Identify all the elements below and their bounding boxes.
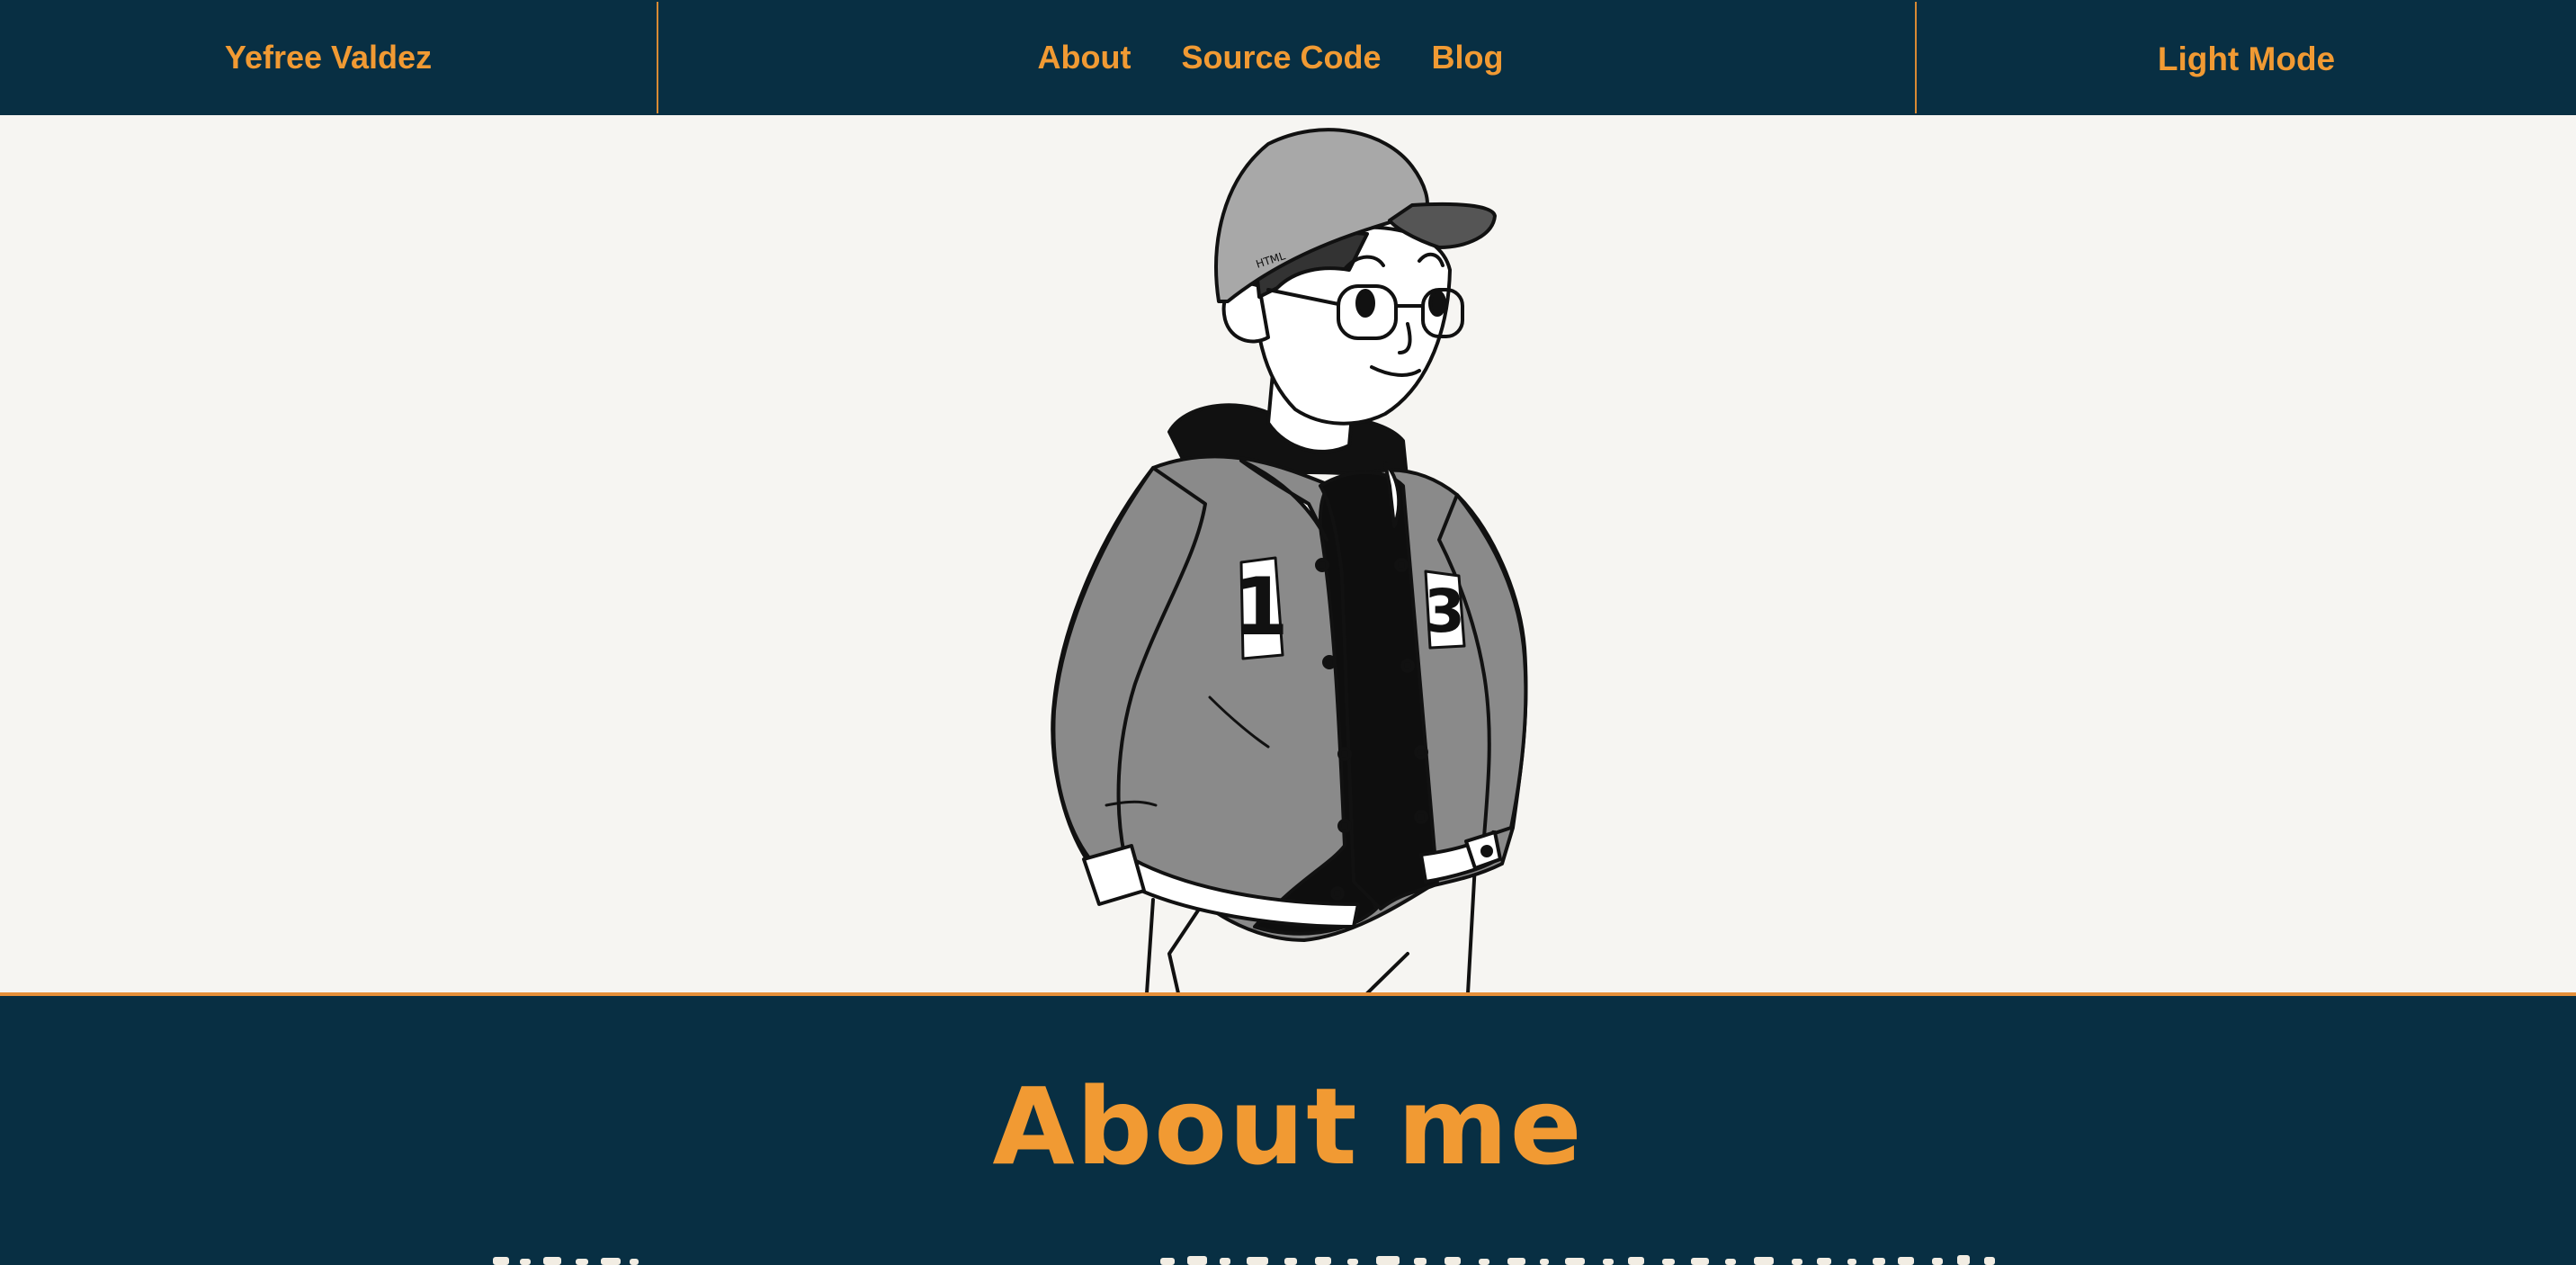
jacket-number-3: 3 (1424, 577, 1465, 646)
about-section: About me (0, 996, 2576, 1265)
hero-section: 1 3 HTML (0, 115, 2576, 993)
nav-about-link[interactable]: About (1038, 39, 1131, 76)
nav-source-code-link[interactable]: Source Code (1181, 39, 1381, 76)
theme-toggle-button[interactable]: Light Mode (1917, 0, 2576, 115)
about-title: About me (992, 1064, 1584, 1189)
avatar-illustration: 1 3 HTML (1051, 128, 1528, 993)
jacket-number-1: 1 (1233, 561, 1288, 653)
nav-blog-link[interactable]: Blog (1432, 39, 1504, 76)
paragraph-peek (493, 1255, 1995, 1265)
brand-link[interactable]: Yefree Valdez (0, 0, 657, 115)
site-header: Yefree Valdez About Source Code Blog Lig… (0, 0, 2576, 115)
main-nav: About Source Code Blog (658, 0, 1915, 115)
